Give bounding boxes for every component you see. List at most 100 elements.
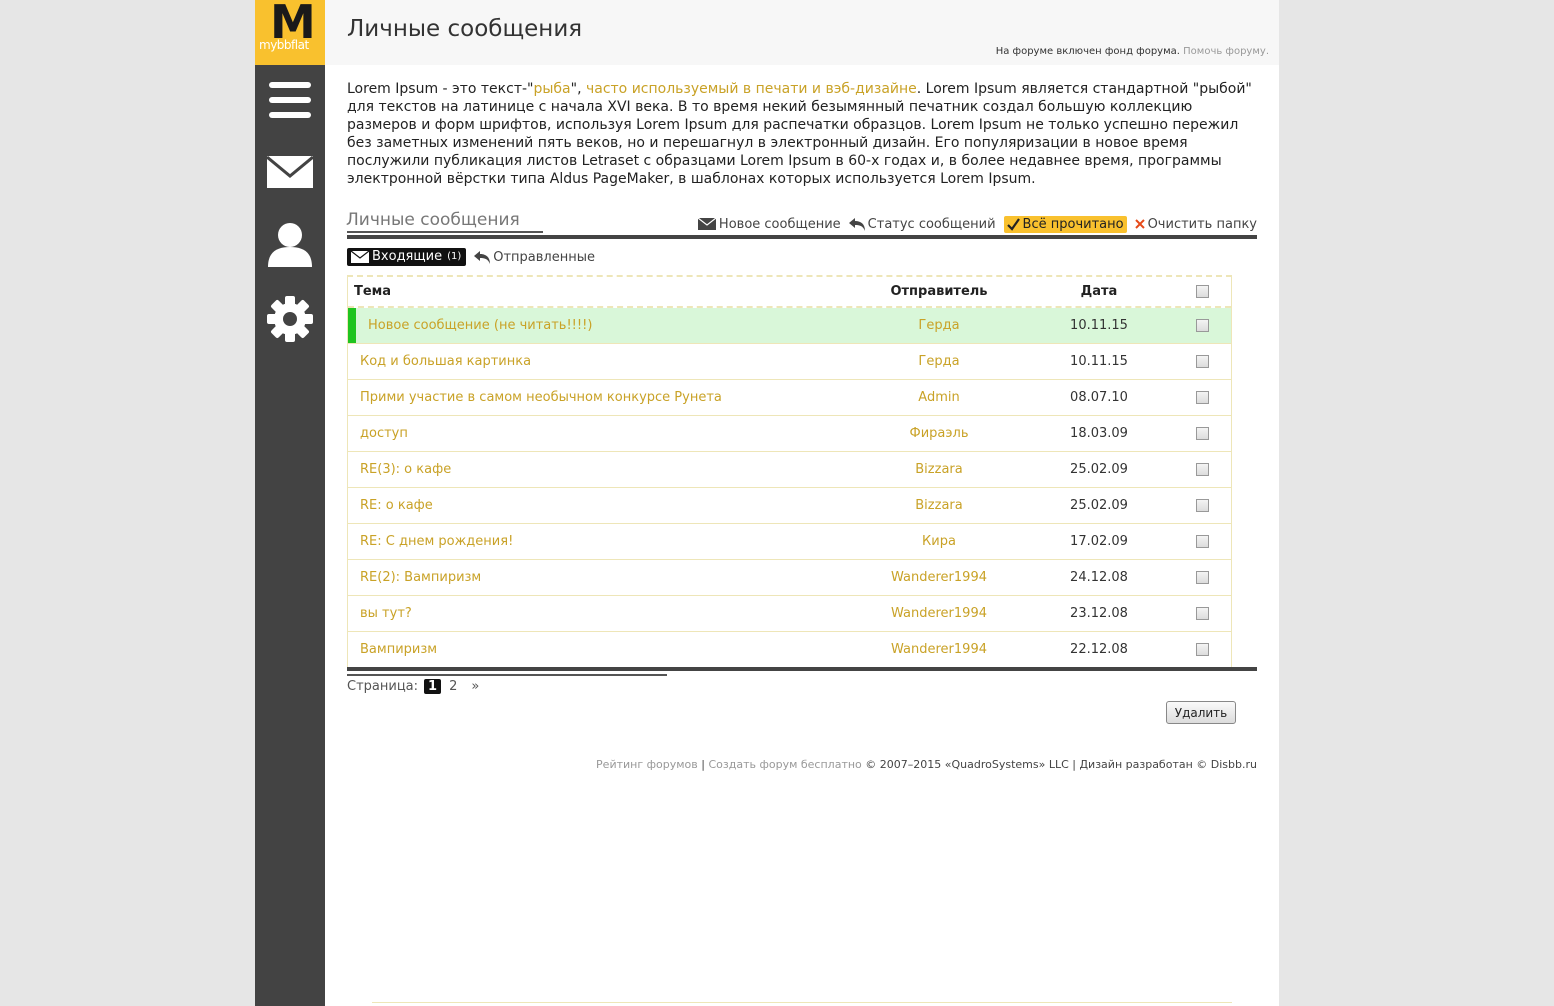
new-message-label: Новое сообщение [718,216,841,232]
reply-arrow-icon [474,250,491,264]
sidebar-messages-button[interactable] [255,142,325,202]
close-icon [1134,219,1145,229]
help-forum-link[interactable]: Помочь форуму. [1183,46,1269,57]
table-row[interactable]: Вампиризм Wanderer1994 22.12.08 [348,632,1231,668]
section-title: Личные сообщения [346,210,520,230]
sidebar-profile-button[interactable] [255,214,325,274]
column-date: Дата [1080,284,1118,299]
table-row[interactable]: Прими участие в самом необычном конкурсе… [348,380,1231,416]
delete-button[interactable]: Удалить [1166,701,1236,724]
row-checkbox[interactable] [1196,463,1209,476]
message-subject-link[interactable]: Новое сообщение (не читать!!!!) [348,318,848,333]
check-icon [1006,217,1020,231]
message-subject-link[interactable]: Прими участие в самом необычном конкурсе… [348,390,848,405]
row-checkbox[interactable] [1196,571,1209,584]
intro-link-fish[interactable]: рыба [533,81,570,97]
message-subject-link[interactable]: RE: С днем рождения! [348,534,848,549]
message-date: 24.12.08 [1070,570,1128,585]
message-sender-link[interactable]: Wanderer1994 [854,642,1024,657]
table-header: Тема Отправитель Дата [348,277,1231,308]
clear-folder-button[interactable]: Очистить папку [1134,216,1257,232]
table-row[interactable]: RE: о кафе Bizzara 25.02.09 [348,488,1231,524]
column-subject: Тема [354,284,392,299]
table-row[interactable]: Новое сообщение (не читать!!!!) Герда 10.1… [348,308,1231,344]
intro-link-print[interactable]: часто используемый в печати и вэб-дизайн… [586,81,917,97]
main-content: Личные сообщения На форуме включен фонд … [325,0,1279,1006]
footer-separator: | [697,758,709,771]
message-date: 10.11.15 [1070,354,1128,369]
folder-tabs: Входящие (1) Отправленные [347,248,595,266]
message-subject-link[interactable]: RE: о кафе [348,498,848,513]
sidebar-settings-button[interactable] [255,289,325,349]
message-sender-link[interactable]: Admin [854,390,1024,405]
select-all-checkbox[interactable] [1196,285,1209,298]
messages-table: Тема Отправитель Дата Новое сообщение (н… [347,275,1232,669]
message-date: 25.02.09 [1070,462,1128,477]
reply-arrow-icon [848,217,865,231]
tab-inbox[interactable]: Входящие (1) [347,248,467,266]
table-row[interactable]: Код и большая картинка Герда 10.11.15 [348,344,1231,380]
message-subject-link[interactable]: RE(2): Вампиризм [348,570,848,585]
column-sender: Отправитель [890,284,988,299]
message-subject-link[interactable]: вы тут? [348,606,848,621]
table-row[interactable]: RE: С днем рождения! Кира 17.02.09 [348,524,1231,560]
section-title-underline [347,231,543,233]
message-sender-link[interactable]: Герда [854,318,1024,333]
message-status-button[interactable]: Статус сообщений [848,216,996,232]
clear-folder-label: Очистить папку [1147,216,1257,232]
table-row[interactable]: RE(3): о кафе Bizzara 25.02.09 [348,452,1231,488]
row-checkbox[interactable] [1196,607,1209,620]
gear-icon [267,296,313,342]
table-body: Новое сообщение (не читать!!!!) Герда 10.1… [348,308,1231,668]
row-checkbox[interactable] [1196,499,1209,512]
message-sender-link[interactable]: Wanderer1994 [854,606,1024,621]
tab-sent[interactable]: Отправленные [474,250,595,265]
message-date: 08.07.10 [1070,390,1128,405]
row-checkbox[interactable] [1196,427,1209,440]
message-subject-link[interactable]: Код и большая картинка [348,354,848,369]
footer-copyright: © 2007–2015 «QuadroSystems» LLC | Дизайн… [861,758,1257,771]
row-checkbox[interactable] [1196,643,1209,656]
row-checkbox[interactable] [1196,355,1209,368]
table-row[interactable]: вы тут? Wanderer1994 23.12.08 [348,596,1231,632]
row-checkbox[interactable] [1196,319,1209,332]
message-status-label: Статус сообщений [867,216,996,232]
message-date: 23.12.08 [1070,606,1128,621]
message-date: 17.02.09 [1070,534,1128,549]
message-sender-link[interactable]: Bizzara [854,498,1024,513]
envelope-icon [267,156,313,188]
message-subject-link[interactable]: доступ [348,426,848,441]
footer: Рейтинг форумов | Создать форум бесплатн… [596,758,1257,771]
message-sender-link[interactable]: Герда [854,354,1024,369]
message-sender-link[interactable]: Bizzara [854,462,1024,477]
menu-icon [269,82,311,118]
page-2-link[interactable]: 2 [449,679,457,694]
page-next-link[interactable]: » [471,679,479,694]
tab-sent-label: Отправленные [493,249,596,265]
message-sender-link[interactable]: Фираэль [854,426,1024,441]
row-checkbox[interactable] [1196,391,1209,404]
message-sender-link[interactable]: Wanderer1994 [854,570,1024,585]
message-subject-link[interactable]: RE(3): о кафе [348,462,848,477]
fund-note: На форуме включен фонд форума. Помочь фо… [996,46,1269,57]
inbox-count-badge: (1) [447,251,462,262]
bottom-divider [372,1002,1232,1003]
message-date: 18.03.09 [1070,426,1128,441]
mark-all-read-label: Всё прочитано [1022,216,1124,232]
pager-divider [347,674,667,676]
message-sender-link[interactable]: Кира [854,534,1024,549]
table-row[interactable]: RE(2): Вампиризм Wanderer1994 24.12.08 [348,560,1231,596]
pager-label: Страница: [347,679,419,694]
footer-rating-link[interactable]: Рейтинг форумов [596,758,698,771]
footer-create-forum-link[interactable]: Создать форум бесплатно [708,758,861,771]
sidebar-menu-button[interactable] [255,70,325,130]
logo[interactable]: M mybbflat [255,0,325,65]
message-subject-link[interactable]: Вампиризм [348,642,848,657]
row-checkbox[interactable] [1196,535,1209,548]
message-date: 25.02.09 [1070,498,1128,513]
table-row[interactable]: доступ Фираэль 18.03.09 [348,416,1231,452]
message-date: 22.12.08 [1070,642,1128,657]
mark-all-read-button[interactable]: Всё прочитано [1003,215,1127,233]
page-title: Личные сообщения [347,16,583,42]
new-message-button[interactable]: Новое сообщение [697,216,841,232]
